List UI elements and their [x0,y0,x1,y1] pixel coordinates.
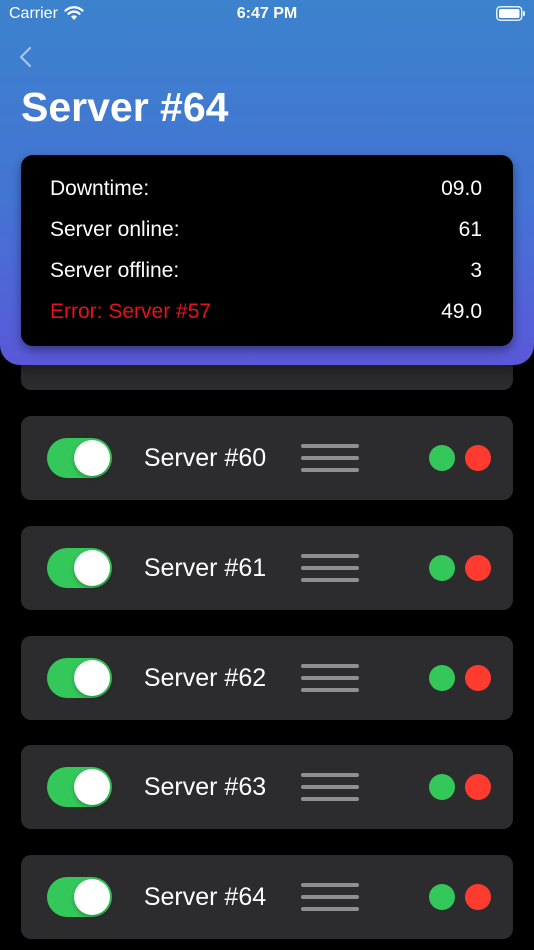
server-toggle[interactable] [47,877,112,917]
toggle-knob [74,550,110,586]
server-name: Server #64 [143,883,267,911]
offline-indicator [465,445,491,471]
battery-icon [496,6,525,21]
drag-handle-icon[interactable] [301,551,359,585]
offline-indicator [465,555,491,581]
chevron-left-icon[interactable] [14,44,40,70]
summary-label: Server online: [50,218,180,241]
offline-indicator [465,774,491,800]
server-toggle[interactable] [47,438,112,478]
summary-row-online: Server online: 61 [50,218,482,248]
online-indicator [429,555,455,581]
summary-label: Server offline: [50,259,180,282]
summary-row-offline: Server offline: 3 [50,259,482,289]
summary-value: 3 [470,259,482,282]
drag-handle-icon[interactable] [301,441,359,475]
online-indicator [429,884,455,910]
summary-label: Downtime: [50,177,150,200]
summary-row-error: Error: Server #57 49.0 [50,300,482,330]
server-card: Server #63 [21,745,513,829]
header: Carrier 6:47 PM Server #64 Downtime: 09.… [0,0,534,365]
server-card: Server #61 [21,526,513,610]
toggle-knob [74,440,110,476]
server-toggle[interactable] [47,658,112,698]
server-card: Server #64 [21,855,513,939]
toggle-knob [74,769,110,805]
summary-value: 49.0 [441,300,482,323]
summary-row-downtime: Downtime: 09.0 [50,177,482,207]
drag-handle-icon[interactable] [301,661,359,695]
server-name: Server #63 [143,773,267,801]
online-indicator [429,445,455,471]
offline-indicator [465,665,491,691]
status-bar: Carrier 6:47 PM [0,0,534,30]
status-time: 6:47 PM [236,5,298,22]
server-card: Server #62 [21,636,513,720]
drag-handle-icon[interactable] [301,880,359,914]
server-toggle[interactable] [47,767,112,807]
error-label: Error: Server #57 [50,300,212,323]
online-indicator [429,774,455,800]
summary-value: 61 [458,218,482,241]
server-name: Server #62 [143,664,267,692]
offline-indicator [465,884,491,910]
server-toggle[interactable] [47,548,112,588]
server-name: Server #61 [143,554,267,582]
server-card: Server #60 [21,416,513,500]
online-indicator [429,665,455,691]
screen: Server #60 Server #61 Server #62 Server … [0,0,534,950]
summary-value: 09.0 [441,177,482,200]
drag-handle-icon[interactable] [301,770,359,804]
page-title: Server #64 [21,84,229,130]
summary-panel: Downtime: 09.0 Server online: 61 Server … [21,155,513,346]
toggle-knob [74,660,110,696]
toggle-knob [74,879,110,915]
server-name: Server #60 [143,444,267,472]
